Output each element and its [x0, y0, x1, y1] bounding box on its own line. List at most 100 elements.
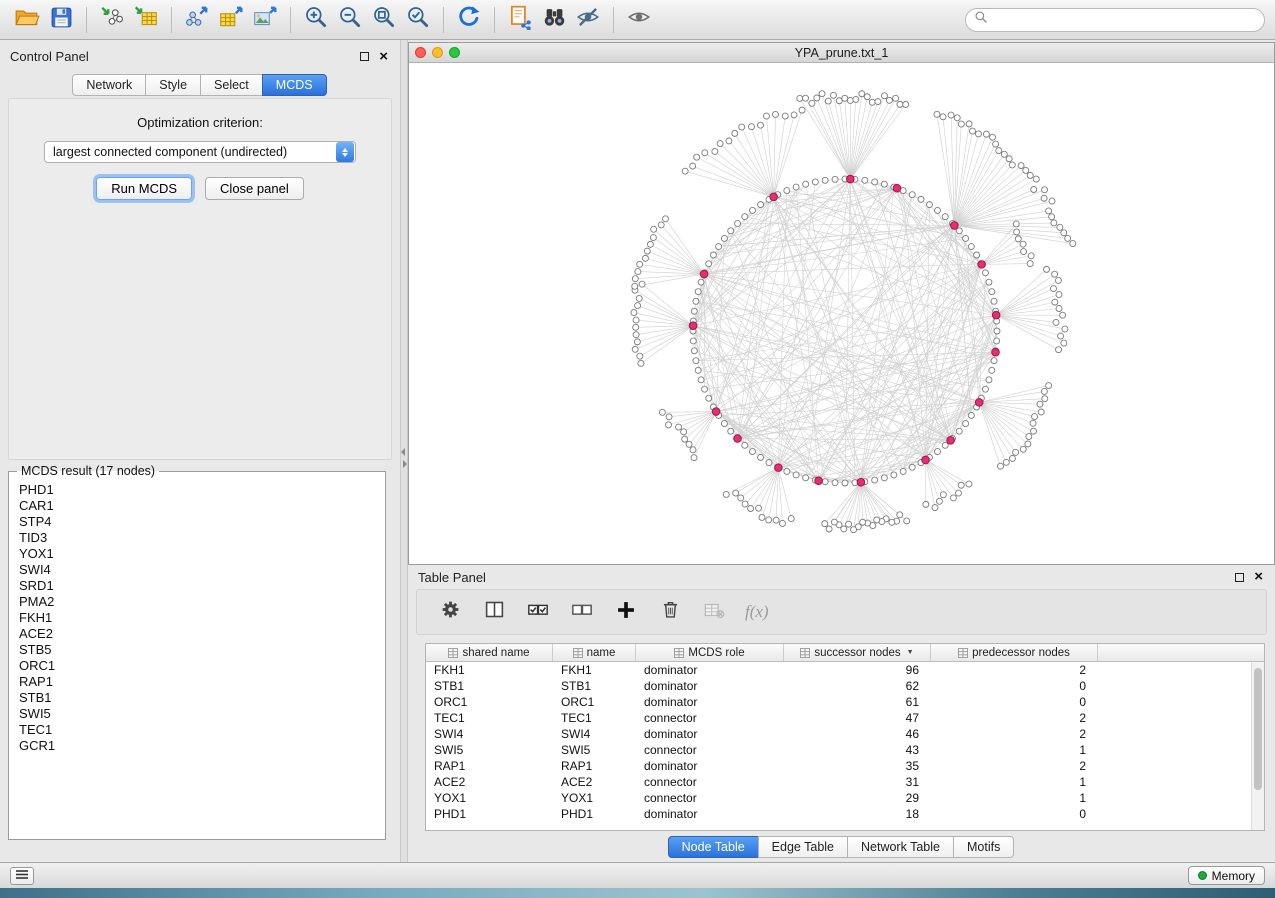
vertical-splitter[interactable] — [400, 40, 408, 862]
create-column-button[interactable] — [613, 599, 639, 625]
find-button[interactable] — [537, 4, 571, 36]
table-row[interactable]: SWI5SWI5connector431 — [426, 742, 1251, 758]
table-settings-button[interactable] — [437, 599, 463, 625]
cell[interactable]: 18 — [784, 807, 931, 821]
hide-elements-button[interactable] — [571, 4, 605, 36]
tab-node-table[interactable]: Node Table — [668, 836, 759, 858]
cell[interactable]: 43 — [784, 743, 931, 757]
cell[interactable]: 1 — [931, 791, 1098, 805]
table-row[interactable]: ACE2ACE2connector311 — [426, 774, 1251, 790]
cell[interactable]: 2 — [931, 759, 1098, 773]
zoom-fit-button[interactable] — [367, 4, 401, 36]
show-elements-button[interactable] — [622, 4, 656, 36]
select-all-button[interactable] — [525, 599, 551, 625]
cell[interactable]: YOX1 — [426, 791, 553, 805]
cell[interactable]: 62 — [784, 679, 931, 693]
network-titlebar[interactable]: YPA_prune.txt_1 — [409, 43, 1274, 63]
export-table-button[interactable] — [214, 4, 248, 36]
mcds-node-item[interactable]: PHD1 — [19, 482, 385, 498]
cell[interactable]: PHD1 — [426, 807, 553, 821]
import-network-button[interactable] — [95, 4, 129, 36]
cell[interactable]: 61 — [784, 695, 931, 709]
task-history-button[interactable] — [10, 867, 34, 885]
mcds-node-item[interactable]: RAP1 — [19, 674, 385, 690]
cell[interactable]: FKH1 — [426, 663, 553, 677]
run-mcds-button[interactable]: Run MCDS — [96, 177, 192, 200]
zoom-selected-button[interactable] — [401, 4, 435, 36]
cell[interactable]: SWI4 — [553, 727, 636, 741]
cell[interactable]: STB1 — [553, 679, 636, 693]
tab-style[interactable]: Style — [145, 74, 201, 96]
cell[interactable]: connector — [636, 791, 784, 805]
column-header-predecessor-nodes[interactable]: predecessor nodes — [931, 644, 1098, 661]
cell[interactable]: ACE2 — [553, 775, 636, 789]
tab-network[interactable]: Network — [72, 74, 146, 96]
column-header-shared-name[interactable]: shared name — [426, 644, 553, 661]
export-image-button[interactable] — [248, 4, 282, 36]
cell[interactable]: 96 — [784, 663, 931, 677]
cell[interactable]: 0 — [931, 807, 1098, 821]
export-network-button[interactable] — [180, 4, 214, 36]
criterion-dropdown[interactable]: largest connected component (undirected) — [44, 141, 356, 163]
tab-edge-table[interactable]: Edge Table — [758, 836, 848, 858]
mcds-node-item[interactable]: SWI4 — [19, 562, 385, 578]
close-panel-button[interactable]: Close panel — [205, 177, 304, 200]
cell[interactable]: TEC1 — [553, 711, 636, 725]
tab-select[interactable]: Select — [200, 74, 263, 96]
float-panel-icon[interactable] — [1235, 573, 1244, 582]
network-canvas[interactable] — [409, 63, 1274, 564]
cell[interactable]: 35 — [784, 759, 931, 773]
tab-network-table[interactable]: Network Table — [847, 836, 954, 858]
apply-layout-button[interactable] — [452, 4, 486, 36]
cell[interactable]: 47 — [784, 711, 931, 725]
cell[interactable]: ORC1 — [553, 695, 636, 709]
close-panel-icon[interactable]: × — [379, 52, 388, 62]
search-box[interactable] — [965, 8, 1265, 32]
collapse-left-icon[interactable] — [401, 448, 405, 456]
cell[interactable]: TEC1 — [426, 711, 553, 725]
cell[interactable]: YOX1 — [553, 791, 636, 805]
table-vertical-scrollbar[interactable] — [1251, 662, 1264, 830]
show-columns-button[interactable] — [481, 599, 507, 625]
column-header-MCDS-role[interactable]: MCDS role — [636, 644, 784, 661]
cell[interactable]: 31 — [784, 775, 931, 789]
table-row[interactable]: PHD1PHD1dominator180 — [426, 806, 1251, 822]
cell[interactable]: SWI5 — [426, 743, 553, 757]
tab-mcds[interactable]: MCDS — [262, 74, 327, 96]
cell[interactable]: 1 — [931, 743, 1098, 757]
cell[interactable]: ORC1 — [426, 695, 553, 709]
cell[interactable]: 2 — [931, 663, 1098, 677]
deselect-all-button[interactable] — [569, 599, 595, 625]
cell[interactable]: 29 — [784, 791, 931, 805]
table-row[interactable]: STB1STB1dominator620 — [426, 678, 1251, 694]
cell[interactable]: PHD1 — [553, 807, 636, 821]
table-row[interactable]: SWI4SWI4dominator462 — [426, 726, 1251, 742]
table-row[interactable]: TEC1TEC1connector472 — [426, 710, 1251, 726]
cell[interactable]: 46 — [784, 727, 931, 741]
cell[interactable]: dominator — [636, 679, 784, 693]
cell[interactable]: 0 — [931, 695, 1098, 709]
open-file-button[interactable] — [10, 4, 44, 36]
mcds-result-list[interactable]: PHD1CAR1STP4TID3YOX1SWI4SRD1PMA2FKH1ACE2… — [9, 478, 385, 829]
scrollbar-thumb[interactable] — [1254, 668, 1262, 790]
memory-button[interactable]: Memory — [1188, 866, 1265, 885]
cell[interactable]: dominator — [636, 695, 784, 709]
cell[interactable]: STB1 — [426, 679, 553, 693]
import-table-button[interactable] — [129, 4, 163, 36]
cell[interactable]: ACE2 — [426, 775, 553, 789]
cell[interactable]: connector — [636, 775, 784, 789]
cell[interactable]: 1 — [931, 775, 1098, 789]
mcds-node-item[interactable]: GCR1 — [19, 738, 385, 754]
mcds-node-item[interactable]: SWI5 — [19, 706, 385, 722]
cell[interactable]: SWI4 — [426, 727, 553, 741]
cell[interactable]: connector — [636, 743, 784, 757]
save-session-button[interactable] — [44, 4, 78, 36]
table-row[interactable]: RAP1RAP1dominator352 — [426, 758, 1251, 774]
cell[interactable]: 2 — [931, 727, 1098, 741]
mcds-node-item[interactable]: CAR1 — [19, 498, 385, 514]
table-row[interactable]: YOX1YOX1connector291 — [426, 790, 1251, 806]
mcds-node-item[interactable]: PMA2 — [19, 594, 385, 610]
mcds-node-item[interactable]: STB5 — [19, 642, 385, 658]
mcds-node-item[interactable]: ACE2 — [19, 626, 385, 642]
cell[interactable]: dominator — [636, 727, 784, 741]
